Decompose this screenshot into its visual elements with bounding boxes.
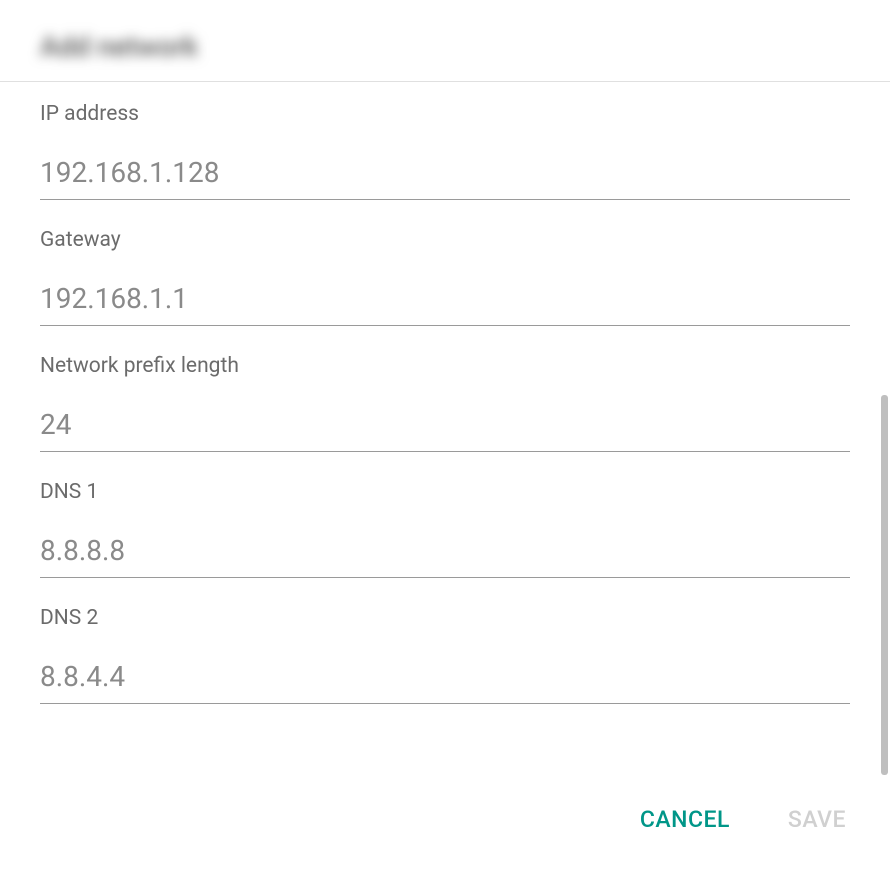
field-dns2: DNS 2 [40, 606, 850, 704]
save-button[interactable]: SAVE [784, 798, 850, 841]
field-network-prefix: Network prefix length [40, 354, 850, 452]
network-prefix-label: Network prefix length [40, 354, 850, 378]
network-form: IP address Gateway Network prefix length… [0, 82, 890, 752]
dns1-input[interactable] [40, 530, 850, 578]
gateway-input[interactable] [40, 278, 850, 326]
dialog-title: Add network [40, 30, 198, 63]
cancel-button[interactable]: CANCEL [636, 798, 734, 841]
field-ip-address: IP address [40, 102, 850, 200]
dialog-actions: CANCEL SAVE [636, 798, 850, 841]
field-gateway: Gateway [40, 228, 850, 326]
network-prefix-input[interactable] [40, 404, 850, 452]
ip-address-input[interactable] [40, 152, 850, 200]
scrollbar-thumb[interactable] [881, 395, 888, 775]
dns2-input[interactable] [40, 656, 850, 704]
dns2-label: DNS 2 [40, 606, 850, 630]
field-dns1: DNS 1 [40, 480, 850, 578]
gateway-label: Gateway [40, 228, 850, 252]
dns1-label: DNS 1 [40, 480, 850, 504]
ip-address-label: IP address [40, 102, 850, 126]
dialog-header: Add network [0, 0, 890, 82]
